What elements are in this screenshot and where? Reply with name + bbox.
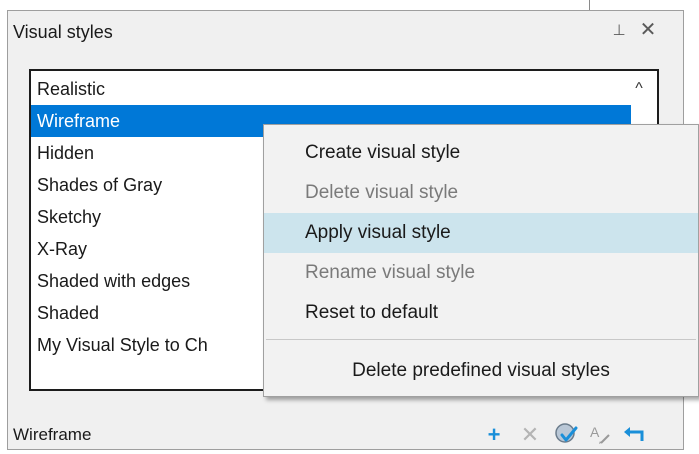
add-icon[interactable]: +	[481, 421, 507, 449]
menu-item-create-visual-style[interactable]: Create visual style	[264, 133, 698, 173]
undo-icon[interactable]	[622, 421, 648, 449]
window-divider	[589, 0, 590, 10]
current-style-label: Wireframe	[13, 425, 92, 444]
close-icon[interactable]: ✕	[638, 19, 658, 41]
menu-separator	[266, 339, 696, 340]
panel-title-bar: Visual styles ⊥ ✕	[8, 11, 683, 51]
list-item-realistic[interactable]: Realistic	[31, 73, 631, 105]
menu-item-apply-visual-style[interactable]: Apply visual style	[264, 213, 698, 253]
pin-icon[interactable]: ⊥	[611, 21, 627, 41]
apply-icon[interactable]	[553, 421, 579, 449]
delete-icon: ✕	[520, 422, 540, 447]
svg-text:A: A	[590, 424, 600, 440]
rename-icon: A	[588, 421, 614, 449]
panel-title: Visual styles	[13, 22, 113, 42]
menu-item-delete-predefined-visual-styles[interactable]: Delete predefined visual styles	[264, 351, 698, 391]
menu-item-rename-visual-style: Rename visual style	[305, 262, 476, 283]
menu-item-reset-to-default[interactable]: Reset to default	[264, 293, 698, 333]
context-menu: Create visual style Delete visual style …	[263, 124, 699, 397]
menu-item-delete-visual-style: Delete visual style	[305, 182, 459, 203]
window-top-edge	[0, 0, 699, 10]
